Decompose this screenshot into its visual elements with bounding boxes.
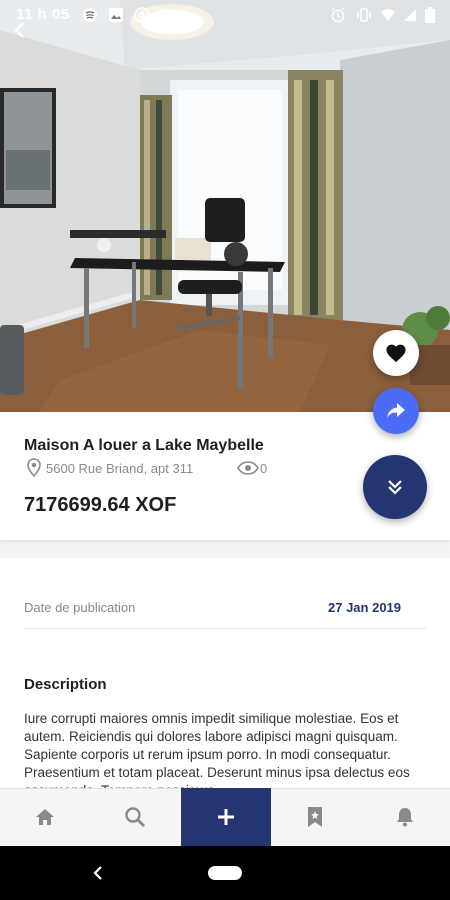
description-title: Description — [24, 676, 107, 693]
description-text: Iure corrupti maiores omnis impedit simi… — [24, 711, 410, 790]
publication-date-label: Date de publication — [24, 600, 136, 615]
add-icon — [218, 809, 234, 825]
nav-notifications[interactable] — [360, 788, 450, 846]
spotify-icon — [83, 8, 97, 22]
vibrate-icon — [357, 8, 371, 22]
views-count: 0 — [260, 461, 268, 476]
listing-title: Maison A louer a Lake Maybelle — [24, 437, 264, 454]
views-eye-icon — [237, 461, 259, 475]
double-chevron-down-icon — [388, 480, 402, 495]
listing-address: 5600 Rue Briand, apt 311 — [46, 461, 194, 476]
publication-date-value: 27 Jan 2019 — [328, 600, 402, 615]
image-icon — [109, 8, 123, 22]
battery-icon — [425, 7, 435, 23]
location-pin-icon — [27, 458, 41, 478]
app-a-icon — [134, 7, 150, 23]
nav-add[interactable] — [181, 788, 271, 846]
nav-search[interactable] — [90, 788, 180, 846]
heart-icon — [386, 344, 406, 363]
favorite-button[interactable] — [373, 330, 419, 376]
listing-price: 7176699.64 XOF — [24, 494, 177, 516]
nav-saved[interactable] — [270, 788, 360, 846]
nav-home[interactable] — [0, 788, 90, 846]
wifi-icon — [381, 9, 395, 21]
share-button[interactable] — [373, 388, 419, 434]
search-icon — [125, 807, 145, 827]
notification-bell-icon — [397, 808, 413, 827]
alarm-icon — [331, 7, 345, 23]
expand-collapse-button[interactable] — [363, 455, 427, 519]
status-bar: 11 h 05 — [0, 0, 450, 30]
system-home-pill[interactable] — [208, 866, 242, 880]
bookmark-icon — [308, 807, 322, 827]
share-arrow-icon — [387, 403, 405, 418]
divider — [24, 628, 426, 629]
app-flag-icon — [162, 9, 175, 21]
home-icon — [36, 809, 54, 825]
system-back-icon[interactable] — [90, 864, 106, 882]
signal-icon — [404, 9, 416, 21]
back-arrow-icon[interactable] — [10, 20, 30, 40]
